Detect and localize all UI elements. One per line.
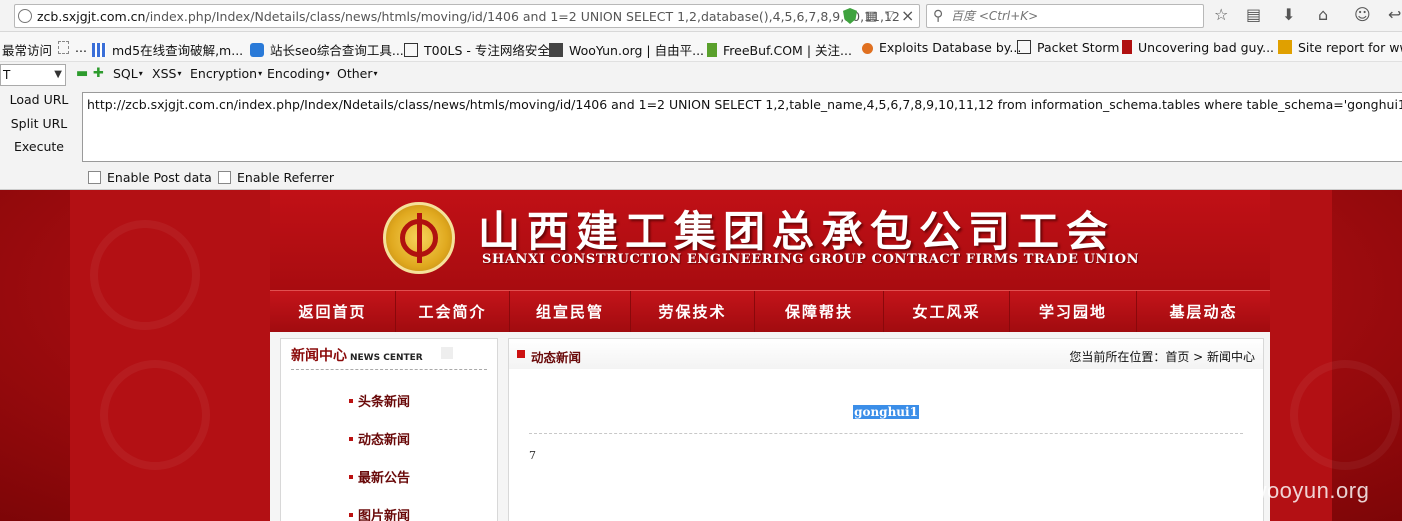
pattern-circle	[100, 360, 210, 470]
nav-about[interactable]: 工会简介	[396, 291, 510, 333]
enable-referrer-checkbox[interactable]: Enable Referrer	[218, 170, 334, 185]
wooyun-icon	[549, 43, 563, 57]
bullet-icon	[349, 475, 353, 479]
enable-post-checkbox[interactable]: Enable Post data	[88, 170, 212, 185]
bookmark-most-visited[interactable]: 最常访问	[2, 40, 52, 59]
chat-icon[interactable]: ☺	[1354, 5, 1371, 24]
breadcrumb[interactable]: 您当前所在位置：首页 > 新闻中心	[1069, 348, 1255, 365]
pattern-circle	[1290, 360, 1400, 470]
nav-labor[interactable]: 劳保技术	[631, 291, 755, 333]
back-icon[interactable]: ↩	[1388, 5, 1401, 24]
checkbox-icon	[218, 171, 231, 184]
search-box[interactable]: ⚲	[926, 4, 1204, 28]
article-title: gonghui1	[509, 405, 1263, 419]
sidebar-item-dynamic[interactable]: 动态新闻	[349, 429, 410, 448]
menu-sql[interactable]: SQL▾	[113, 66, 143, 81]
bookmark-netcraft[interactable]: Site report for ww	[1278, 40, 1402, 55]
netcraft-icon	[1278, 40, 1292, 54]
nav-home[interactable]: 返回首页	[270, 291, 396, 333]
bullet-icon	[349, 399, 353, 403]
chevron-down-icon: ▼	[54, 69, 62, 80]
divider	[291, 369, 487, 370]
nav-grassroots[interactable]: 基层动态	[1137, 291, 1270, 333]
panel-header: 动态新闻 您当前所在位置：首页 > 新闻中心	[509, 339, 1263, 369]
site-title: 山西建工集团总承包公司工会	[478, 207, 1116, 256]
bookmarks-bar: 最常访问 ... md5在线查询破解,m... 站长seo综合查询工具... T…	[0, 32, 1402, 62]
sidebar-item-photos[interactable]: 图片新闻	[349, 505, 410, 521]
close-icon[interactable]: ×	[901, 6, 914, 25]
star-icon[interactable]: ☆	[1214, 5, 1228, 24]
download-icon[interactable]: ⬇	[1282, 5, 1295, 24]
packetstorm-icon	[1017, 40, 1031, 54]
web-page: 山西建工集团总承包公司工会 SHANXI CONSTRUCTION ENGINE…	[0, 190, 1402, 521]
square-icon	[517, 350, 525, 358]
hackbar-toolbar: T ▼ ▬ ✚ SQL▾ XSS▾ Encryption▾ Encoding▾ O…	[0, 62, 1402, 88]
bookmark-exploitdb[interactable]: Exploits Database by...	[862, 40, 1021, 55]
menu-xss[interactable]: XSS▾	[152, 66, 181, 81]
main-panel: 动态新闻 您当前所在位置：首页 > 新闻中心 gonghui1 7	[508, 338, 1264, 521]
panel-title: 动态新闻	[531, 350, 582, 365]
freebuf-icon	[707, 43, 717, 57]
menu-other[interactable]: Other▾	[337, 66, 378, 81]
qrcode-icon[interactable]: ▦	[865, 9, 877, 24]
bookmark-md5[interactable]: md5在线查询破解,m...	[92, 40, 243, 59]
site-subtitle: SHANXI CONSTRUCTION ENGINEERING GROUP CO…	[482, 252, 1140, 267]
url-textarea[interactable]: http://zcb.sxjgjt.com.cn/index.php/Index…	[82, 92, 1402, 162]
bookmark-packetstorm[interactable]: Packet Storm	[1017, 40, 1119, 55]
bullet-icon	[349, 437, 353, 441]
search-icon: ⚲	[933, 8, 944, 24]
hackbar-panel: Load URL Split URL Execute http://zcb.sx…	[0, 88, 1402, 190]
sidebar-title: 新闻中心 NEWS CENTER	[291, 348, 423, 364]
nav-learning[interactable]: 学习园地	[1010, 291, 1137, 333]
chinaz-icon	[250, 43, 264, 57]
selected-text[interactable]: gonghui1	[853, 405, 919, 419]
page-icon	[58, 41, 69, 54]
bookmark-wooyun[interactable]: WooYun.org | 自由平...	[549, 40, 704, 59]
menu-encryption[interactable]: Encryption▾	[190, 66, 262, 81]
menu-encoding[interactable]: Encoding▾	[267, 66, 330, 81]
site-banner: 山西建工集团总承包公司工会 SHANXI CONSTRUCTION ENGINE…	[270, 190, 1270, 290]
page-frame-right	[1270, 190, 1332, 521]
logo-bar	[417, 213, 422, 263]
divider	[529, 433, 1243, 434]
checkbox-icon	[88, 171, 101, 184]
split-url-button[interactable]: Split URL	[4, 116, 74, 131]
bullet-icon	[349, 513, 353, 517]
pattern-circle	[90, 220, 200, 330]
home-icon[interactable]: ⌂	[1318, 5, 1328, 24]
execute-button[interactable]: Execute	[4, 139, 74, 154]
bookmark-t00ls[interactable]: T00LS - 专注网络安全	[404, 40, 550, 59]
site-nav: 返回首页 工会简介 组宣民管 劳保技术 保障帮扶 女工风采 学习园地 基层动态	[270, 290, 1270, 333]
minus-icon[interactable]: ▬	[76, 66, 88, 81]
search-input[interactable]	[951, 7, 1199, 25]
tools-icon	[404, 43, 418, 57]
nav-support[interactable]: 保障帮扶	[755, 291, 884, 333]
bookmark-urlquery[interactable]: Uncovering bad guy...	[1122, 40, 1274, 55]
hackbar-select[interactable]: T ▼	[0, 64, 66, 86]
sidebar-item-notices[interactable]: 最新公告	[349, 467, 410, 486]
news-sidebar: 新闻中心 NEWS CENTER 头条新闻 动态新闻 最新公告 图片新闻	[280, 338, 498, 521]
wooyun-watermark: www.wooyun.org	[1196, 478, 1370, 503]
article-value: 7	[529, 449, 536, 462]
nav-publicity[interactable]: 组宣民管	[510, 291, 631, 333]
union-logo	[383, 202, 455, 274]
address-bar[interactable]: zcb.sxjgjt.com.cn/index.php/Index/Ndetai…	[14, 4, 920, 28]
plus-icon[interactable]: ✚	[93, 66, 104, 81]
urlquery-icon	[1122, 40, 1132, 54]
browser-toolbar: zcb.sxjgjt.com.cn/index.php/Index/Ndetai…	[0, 0, 1402, 32]
load-url-button[interactable]: Load URL	[4, 92, 74, 107]
bookmark-freebuf[interactable]: FreeBuf.COM | 关注...	[707, 40, 852, 59]
clipboard-icon[interactable]: ▤	[1246, 5, 1261, 24]
exploitdb-icon	[862, 43, 873, 54]
content-area: 新闻中心 NEWS CENTER 头条新闻 动态新闻 最新公告 图片新闻 动态新闻…	[270, 332, 1270, 521]
bookmark-page[interactable]: ...	[58, 40, 87, 55]
nav-women[interactable]: 女工风采	[884, 291, 1010, 333]
address-text[interactable]: zcb.sxjgjt.com.cn/index.php/Index/Ndetai…	[37, 9, 900, 24]
grid-icon	[92, 43, 106, 57]
globe-icon	[18, 9, 32, 23]
bookmark-chinaz[interactable]: 站长seo综合查询工具...	[250, 40, 404, 59]
chevron-down-icon[interactable]: ▽	[885, 8, 894, 22]
sidebar-item-headlines[interactable]: 头条新闻	[349, 391, 410, 410]
sidebar-tab	[441, 347, 453, 359]
